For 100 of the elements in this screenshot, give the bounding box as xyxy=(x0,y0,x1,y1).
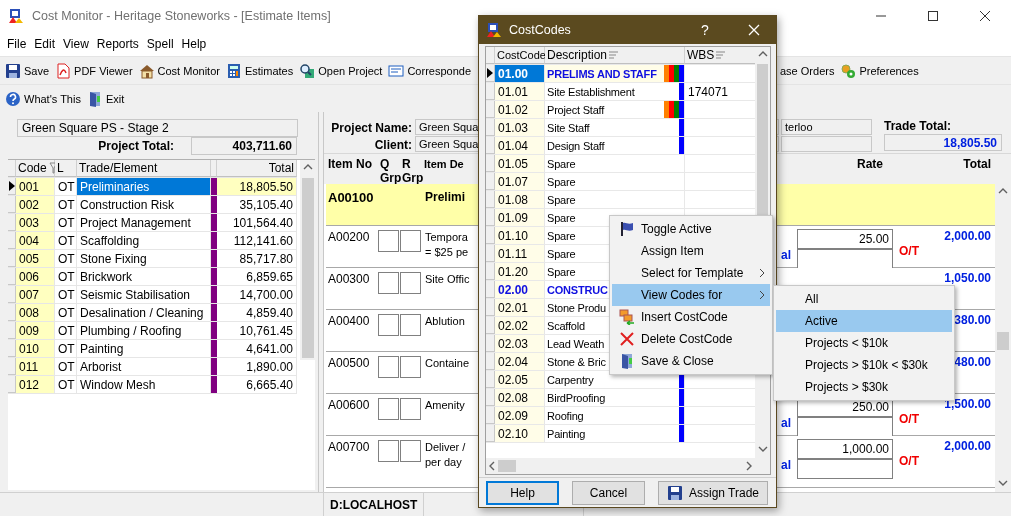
table-cell[interactable]: 01.05 xyxy=(495,155,545,172)
toolbar-button[interactable]: Estimates xyxy=(222,60,297,81)
table-cell[interactable]: 01.01 xyxy=(495,83,545,100)
toolbar-button[interactable]: Cost Monitor xyxy=(135,60,223,81)
table-cell[interactable]: 02.01 xyxy=(495,299,545,316)
scrollbar[interactable] xyxy=(300,160,316,360)
column-header[interactable]: Total xyxy=(217,160,297,177)
table-cell[interactable]: 01.10 xyxy=(495,227,545,244)
toolbar-button[interactable]: What's This xyxy=(2,88,84,109)
toolbar-button[interactable]: PDF Viewer xyxy=(52,60,136,81)
r-group-field[interactable] xyxy=(400,230,421,252)
toolbar-button[interactable]: ase Orders xyxy=(777,62,838,79)
q-group-field[interactable] xyxy=(378,314,399,336)
menu-item[interactable]: Select for Template xyxy=(612,262,770,284)
r-group-field[interactable] xyxy=(400,272,421,294)
menu-item[interactable]: Save & Close xyxy=(612,350,770,372)
table-cell[interactable]: 01.11 xyxy=(495,245,545,262)
menu-item[interactable]: Toggle Active xyxy=(612,218,770,240)
table-cell[interactable]: Plumbing / Roofing xyxy=(77,322,211,339)
menu-item[interactable]: View xyxy=(59,34,93,53)
table-cell[interactable]: 02.02 xyxy=(495,317,545,334)
splitter[interactable] xyxy=(318,112,324,492)
menu-item[interactable]: Delete CostCode xyxy=(612,328,770,350)
menu-item[interactable]: Assign Item xyxy=(612,240,770,262)
menu-item[interactable]: All xyxy=(776,288,952,310)
r-group-field[interactable] xyxy=(400,314,421,336)
menu-item[interactable]: Projects > $30k xyxy=(776,376,952,398)
scrollbar[interactable] xyxy=(486,458,770,474)
table-cell[interactable]: 01.20 xyxy=(495,263,545,280)
table-cell[interactable]: Brickwork xyxy=(77,268,211,285)
menu-item[interactable]: Help xyxy=(177,34,211,53)
table-cell[interactable]: Window Mesh xyxy=(77,376,211,393)
column-header[interactable]: Trade/Element xyxy=(77,160,211,177)
menu-item[interactable]: File xyxy=(3,34,31,53)
table-cell[interactable]: 02.09 xyxy=(495,407,545,424)
r-group-field[interactable] xyxy=(400,356,421,378)
scrollbar-thumb[interactable] xyxy=(498,460,516,472)
table-cell[interactable]: 01.09 xyxy=(495,209,545,226)
q-group-field[interactable] xyxy=(378,356,399,378)
menu-item[interactable]: Active xyxy=(776,310,952,332)
table-cell[interactable]: 01.00 xyxy=(495,65,545,82)
close-icon[interactable] xyxy=(980,10,990,21)
q-group-field[interactable] xyxy=(378,230,399,252)
scrollbar-thumb[interactable] xyxy=(302,178,314,358)
menu-item[interactable]: Reports xyxy=(92,34,143,53)
column-header[interactable]: CostCode xyxy=(495,47,545,64)
help-button[interactable]: ? xyxy=(685,22,725,38)
r-group-field[interactable] xyxy=(400,398,421,420)
table-cell[interactable]: 02.00 xyxy=(495,281,545,298)
dialog-button[interactable]: Help xyxy=(486,480,559,505)
toolbar-button[interactable]: Save xyxy=(2,60,53,81)
menu-item[interactable]: Projects > $10k < $30k xyxy=(776,354,952,376)
table-cell[interactable]: Painting xyxy=(77,340,211,357)
column-header[interactable]: L xyxy=(55,160,77,177)
toolbar-button[interactable]: Corresponde xyxy=(385,60,474,81)
table-cell[interactable]: 01.07 xyxy=(495,173,545,190)
q-group-field[interactable] xyxy=(378,440,399,462)
table-cell[interactable]: 02.08 xyxy=(495,389,545,406)
table-cell[interactable]: 01.03 xyxy=(495,119,545,136)
toolbar-button[interactable]: Exit xyxy=(83,88,128,109)
column-header[interactable]: WBS xyxy=(685,47,755,64)
table-cell[interactable]: 01.02 xyxy=(495,101,545,118)
maximize-icon[interactable] xyxy=(928,10,938,21)
rate-field[interactable] xyxy=(797,417,893,437)
table-cell[interactable]: Scaffolding xyxy=(77,232,211,249)
r-group-field[interactable] xyxy=(400,440,421,462)
table-cell[interactable]: Preliminaries xyxy=(77,178,211,195)
item-description: Tempora xyxy=(425,230,468,245)
menu-item[interactable]: Projects < $10k xyxy=(776,332,952,354)
table-cell[interactable]: Stone Fixing xyxy=(77,250,211,267)
dialog-button[interactable]: Assign Trade xyxy=(658,480,768,505)
toolbar-button[interactable]: Preferences xyxy=(837,60,922,81)
table-cell[interactable]: 02.04 xyxy=(495,353,545,370)
table-cell[interactable]: Desalination / Cleaning xyxy=(77,304,211,321)
row-selector[interactable] xyxy=(486,65,495,82)
table-cell[interactable]: 02.05 xyxy=(495,371,545,388)
table-cell[interactable]: 01.08 xyxy=(495,191,545,208)
column-header[interactable]: Description xyxy=(545,47,685,64)
table-cell[interactable]: Construction Risk xyxy=(77,196,211,213)
scrollbar-thumb[interactable] xyxy=(997,332,1009,350)
rate-field[interactable] xyxy=(797,459,893,479)
table-cell[interactable]: 02.03 xyxy=(495,335,545,352)
table-cell[interactable]: Seismic Stabilisation xyxy=(77,286,211,303)
table-cell[interactable]: 01.04 xyxy=(495,137,545,154)
rate-field[interactable]: 1,000.00 xyxy=(797,439,893,459)
column-header[interactable]: Code xyxy=(16,160,55,177)
table-cell[interactable]: Arborist xyxy=(77,358,211,375)
menu-item[interactable]: Edit xyxy=(30,34,60,53)
toolbar-button[interactable]: Open Project xyxy=(296,60,386,81)
rate-field[interactable] xyxy=(797,249,893,269)
dialog-button[interactable]: Cancel xyxy=(572,480,645,505)
menu-item[interactable]: Spell xyxy=(142,34,178,53)
table-cell[interactable]: Project Management xyxy=(77,214,211,231)
table-cell[interactable]: 02.10 xyxy=(495,425,545,442)
q-group-field[interactable] xyxy=(378,272,399,294)
q-group-field[interactable] xyxy=(378,398,399,420)
app-icon xyxy=(8,7,24,24)
rate-field[interactable]: 25.00 xyxy=(797,229,893,249)
menu-item[interactable]: View Codes for xyxy=(612,284,770,306)
menu-item[interactable]: Insert CostCode xyxy=(612,306,770,328)
